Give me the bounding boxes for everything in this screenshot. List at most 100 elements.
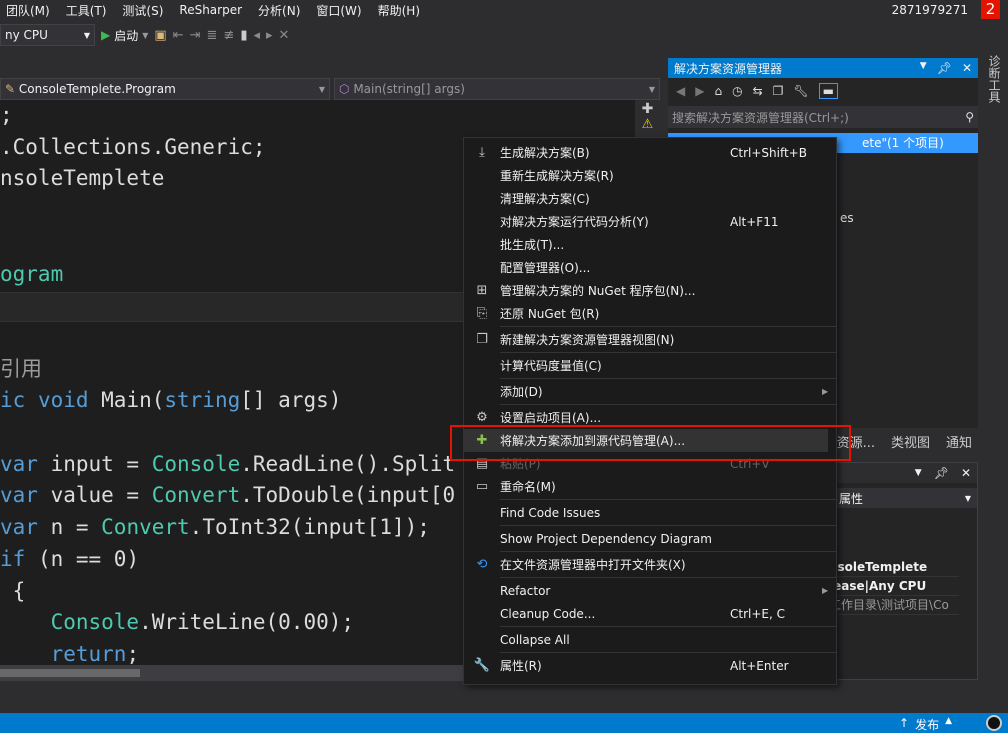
solution-explorer-title-bar: 解决方案资源管理器 ▼ 📌︎ ✕ bbox=[668, 58, 978, 78]
context-menu-item[interactable]: Cleanup Code... Ctrl+E, C bbox=[464, 602, 836, 625]
context-menu-item[interactable]: Find Code Issues bbox=[464, 501, 836, 524]
code-line: ; bbox=[0, 100, 13, 132]
class-value: ConsoleTemplete.Program bbox=[18, 82, 176, 96]
next-bookmark-icon[interactable]: ▸ bbox=[266, 28, 273, 43]
platform-dropdown[interactable]: ny CPU ▼ bbox=[0, 24, 95, 46]
close-icon[interactable]: ✕ bbox=[962, 61, 972, 75]
menu-item-shortcut: Ctrl+E, C bbox=[730, 606, 785, 621]
scrollbar-thumb[interactable] bbox=[0, 669, 140, 677]
preview-icon[interactable]: ▬ bbox=[818, 83, 838, 99]
split-icon[interactable]: ✚ bbox=[635, 101, 660, 117]
publish-button[interactable]: ↑ 发布 ▲ bbox=[899, 716, 952, 733]
menu-item[interactable]: 团队(M) bbox=[0, 2, 60, 19]
context-menu-item[interactable]: ▭ 重命名(M) bbox=[464, 475, 836, 498]
menu-item[interactable]: 工具(T) bbox=[60, 2, 117, 19]
wrench-icon[interactable]: 🔧︎ bbox=[793, 84, 808, 98]
class-dropdown[interactable]: ✎ ConsoleTemplete.Program ▼ bbox=[0, 78, 330, 100]
code-line: Console.WriteLine(0.00); bbox=[0, 607, 354, 639]
class-icon: ✎ bbox=[5, 82, 16, 96]
menu-item-label: Cleanup Code... bbox=[500, 606, 596, 621]
feedback-icon[interactable] bbox=[986, 715, 1002, 731]
nuget-icon: ⊞ bbox=[476, 283, 488, 298]
code-line: ogram bbox=[0, 259, 63, 291]
member-dropdown[interactable]: ⬡ Main(string[] args) ▼ bbox=[334, 78, 660, 100]
context-menu-item[interactable]: 重新生成解决方案(R) bbox=[464, 164, 836, 187]
start-label: 启动 bbox=[114, 28, 139, 43]
menu-item-label: 还原 NuGet 包(R) bbox=[500, 307, 600, 321]
context-menu-item[interactable]: Collapse All bbox=[464, 628, 836, 651]
start-button[interactable]: ▶ 启动 ▼ bbox=[101, 27, 148, 44]
menu-item[interactable]: 帮助(H) bbox=[372, 2, 430, 19]
context-menu-item[interactable]: ⤓ 生成解决方案(B) Ctrl+Shift+B bbox=[464, 141, 836, 164]
code-line: { bbox=[0, 576, 26, 608]
context-menu-item[interactable]: ⟲ 在文件资源管理器中打开文件夹(X) bbox=[464, 553, 836, 576]
play-icon: ▶ bbox=[101, 28, 111, 42]
collapse-icon[interactable]: ❐ bbox=[773, 84, 784, 98]
close-icon[interactable]: ✕ bbox=[961, 466, 971, 480]
context-menu-item[interactable]: 🔧 属性(R) Alt+Enter bbox=[464, 654, 836, 677]
code-token: Console bbox=[50, 610, 140, 635]
home-icon[interactable]: ⌂ bbox=[714, 84, 722, 98]
menu-separator bbox=[500, 525, 836, 526]
context-menu-item[interactable]: Show Project Dependency Diagram bbox=[464, 527, 836, 550]
pin-icon[interactable]: 📌︎ bbox=[937, 61, 952, 75]
context-menu-item[interactable]: 计算代码度量值(C) bbox=[464, 354, 836, 377]
uncomment-icon[interactable]: ≢ bbox=[223, 28, 234, 43]
menu-item[interactable]: 分析(N) bbox=[252, 2, 310, 19]
context-menu-item[interactable]: 对解决方案运行代码分析(Y) Alt+F11 bbox=[464, 210, 836, 233]
code-token: Main( bbox=[101, 388, 165, 413]
code-token: value = bbox=[50, 483, 152, 508]
account-name[interactable]: 2871979271 bbox=[892, 3, 968, 17]
find-in-files-icon[interactable]: ▣ bbox=[154, 28, 166, 43]
dropdown-icon[interactable]: ▼ bbox=[915, 468, 922, 478]
menu-item[interactable]: ReSharper bbox=[173, 3, 252, 17]
context-menu-item[interactable]: ⊞ 管理解决方案的 NuGet 程序包(N)... bbox=[464, 279, 836, 302]
warning-icon[interactable]: ⚠ bbox=[635, 117, 660, 132]
comment-icon[interactable]: ≣ bbox=[207, 28, 218, 43]
code-token: string bbox=[164, 388, 241, 413]
sync-icon[interactable]: ⇆ bbox=[753, 84, 763, 98]
solution-search-input[interactable]: 搜索解决方案资源管理器(Ctrl+;) ⚲ bbox=[668, 106, 978, 128]
menu-separator bbox=[500, 499, 836, 500]
search-placeholder: 搜索解决方案资源管理器(Ctrl+;) bbox=[672, 110, 849, 125]
code-token: input = bbox=[50, 451, 152, 476]
gear-icon: ⚙ bbox=[476, 410, 488, 425]
code-token: [] args) bbox=[240, 388, 342, 413]
menu-separator bbox=[500, 577, 836, 578]
pin-icon[interactable]: 📌︎ bbox=[934, 466, 949, 480]
search-icon[interactable]: ⚲ bbox=[965, 110, 974, 124]
context-menu-item[interactable]: Refactor ▶ bbox=[464, 579, 836, 602]
menu-item-label: Find Code Issues bbox=[500, 505, 601, 520]
menu-separator bbox=[500, 551, 836, 552]
code-token: var bbox=[0, 483, 51, 508]
back-icon[interactable]: ◀ bbox=[676, 84, 685, 98]
context-menu-item[interactable]: 配置管理器(O)... bbox=[464, 256, 836, 279]
menu-item[interactable]: 窗口(W) bbox=[310, 2, 371, 19]
menu-item-label: Refactor bbox=[500, 583, 551, 598]
clear-bookmarks-icon[interactable]: ✕ bbox=[279, 28, 290, 43]
code-token: return bbox=[50, 641, 127, 665]
diagnostic-tools-tab[interactable]: 诊断工具 bbox=[983, 55, 1003, 103]
context-menu-item[interactable]: ⎘ 还原 NuGet 包(R) bbox=[464, 302, 836, 325]
notification-badge[interactable]: 2 bbox=[981, 0, 1000, 19]
outdent-icon[interactable]: ⇥ bbox=[190, 28, 201, 43]
history-icon[interactable]: ◷ bbox=[732, 84, 742, 98]
indent-icon[interactable]: ⇤ bbox=[173, 28, 184, 43]
new-view-icon: ❐ bbox=[476, 332, 488, 347]
chevron-up-icon: ▲ bbox=[945, 716, 952, 726]
menu-item[interactable]: 测试(S) bbox=[116, 2, 173, 19]
code-token: var bbox=[0, 515, 51, 540]
menu-item-label: Collapse All bbox=[500, 632, 570, 647]
panel-tab[interactable]: 类视图 bbox=[891, 432, 930, 454]
dropdown-icon[interactable]: ▼ bbox=[920, 61, 927, 75]
context-menu-item[interactable]: 清理解决方案(C) bbox=[464, 187, 836, 210]
context-menu-item[interactable]: 添加(D) ▶ bbox=[464, 380, 836, 403]
context-menu-item[interactable]: 批生成(T)... bbox=[464, 233, 836, 256]
context-menu-item[interactable]: ❐ 新建解决方案资源管理器视图(N) bbox=[464, 328, 836, 351]
code-token: Convert bbox=[151, 483, 241, 508]
bookmark-icon[interactable]: ▮ bbox=[240, 28, 247, 43]
code-line: var n = Convert.ToInt32(input[1]); bbox=[0, 512, 430, 544]
prev-bookmark-icon[interactable]: ◂ bbox=[253, 28, 260, 43]
forward-icon[interactable]: ▶ bbox=[695, 84, 704, 98]
panel-tab[interactable]: 通知 bbox=[946, 432, 972, 454]
